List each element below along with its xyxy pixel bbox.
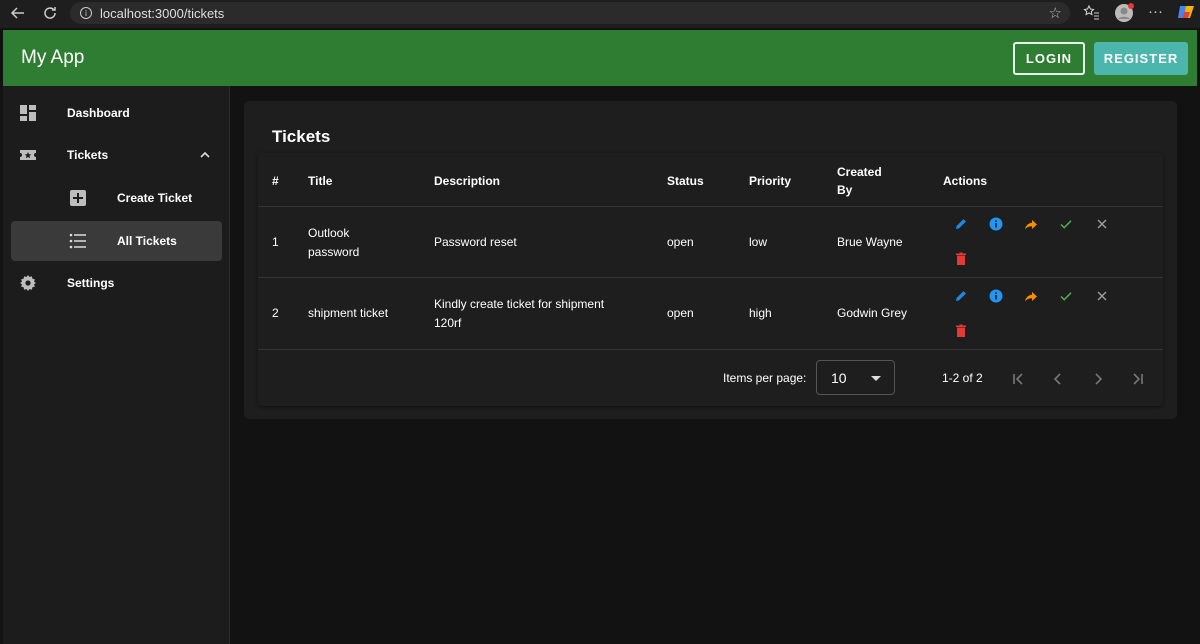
sidebar-item-label: All Tickets	[117, 234, 177, 248]
pagination-range: 1-2 of 2	[942, 371, 983, 385]
caret-down-icon	[871, 376, 881, 381]
column-header: Priority	[749, 174, 792, 188]
divider	[258, 206, 1163, 207]
cell-priority: high	[749, 306, 772, 320]
items-per-page-select[interactable]: 10	[816, 360, 895, 395]
sidebar-item-tickets[interactable]: Tickets	[3, 135, 230, 175]
sidebar-item-settings[interactable]: Settings	[3, 263, 230, 303]
browser-toolbar: i localhost:3000/tickets ☆ ···	[0, 0, 1200, 28]
tickets-card: Tickets # Title Description Status Prior…	[244, 101, 1177, 419]
reload-icon[interactable]	[40, 3, 60, 23]
sidebar-item-label: Dashboard	[67, 106, 130, 120]
delete-icon[interactable]	[954, 324, 968, 338]
cell-description: Kindly create ticket for shipment 120rf	[434, 297, 605, 330]
login-button[interactable]: LOGIN	[1013, 42, 1085, 75]
add-box-icon	[70, 190, 86, 206]
dashboard-icon	[20, 105, 36, 121]
cell-num: 2	[272, 306, 279, 320]
sidebar-item-all-tickets[interactable]: All Tickets	[11, 221, 222, 261]
sidebar-item-label: Create Ticket	[117, 191, 193, 205]
close-icon[interactable]	[1095, 217, 1109, 231]
cell-status: open	[667, 306, 694, 320]
copilot-icon[interactable]	[1176, 2, 1196, 26]
cell-priority: low	[749, 235, 768, 249]
info-icon[interactable]	[989, 217, 1003, 231]
sidebar-item-label: Tickets	[67, 148, 109, 162]
favorite-star-icon[interactable]: ☆	[1049, 4, 1062, 22]
site-info-icon[interactable]: i	[80, 7, 92, 19]
cell-created-by: Godwin Grey	[837, 306, 908, 320]
check-icon[interactable]	[1059, 289, 1073, 303]
tickets-table: # Title Description Status Priority Crea…	[258, 153, 1163, 406]
back-icon[interactable]	[8, 3, 28, 23]
items-per-page-value: 10	[831, 370, 847, 386]
profile-avatar[interactable]	[1114, 2, 1136, 28]
register-button[interactable]: REGISTER	[1094, 42, 1188, 75]
first-page-icon[interactable]	[1010, 371, 1026, 387]
column-header: Actions	[943, 174, 988, 188]
delete-icon[interactable]	[954, 252, 968, 266]
close-icon[interactable]	[1095, 289, 1109, 303]
list-icon	[69, 233, 86, 249]
sidebar-item-label: Settings	[67, 276, 115, 290]
app-title: My App	[21, 47, 85, 68]
cell-title: Outlook password	[308, 226, 360, 259]
next-page-icon[interactable]	[1090, 371, 1106, 387]
sidebar-item-create-ticket[interactable]: Create Ticket	[3, 178, 230, 218]
favorites-icon[interactable]	[1082, 3, 1100, 25]
ticket-icon	[20, 150, 36, 160]
divider	[258, 277, 1163, 278]
address-bar[interactable]: i localhost:3000/tickets ☆	[70, 2, 1070, 24]
items-per-page-label: Items per page:	[723, 371, 807, 385]
cell-description: Password reset	[434, 235, 517, 249]
app-header: My App LOGIN REGISTER	[3, 30, 1197, 86]
forward-icon[interactable]	[1024, 289, 1038, 303]
cell-created-by: Brue Wayne	[837, 235, 903, 249]
more-menu-icon[interactable]: ···	[1148, 3, 1163, 20]
sidebar: Dashboard Tickets Create Ticket All Tick…	[3, 86, 230, 644]
page-title: Tickets	[272, 127, 331, 146]
column-header: Created By	[837, 165, 882, 197]
cell-title: shipment ticket	[308, 306, 389, 320]
gear-icon	[20, 275, 36, 291]
column-header: Title	[308, 174, 333, 188]
column-header: Status	[667, 174, 704, 188]
edit-icon[interactable]	[954, 289, 968, 303]
edit-icon[interactable]	[954, 217, 968, 231]
sidebar-item-dashboard[interactable]: Dashboard	[3, 93, 230, 133]
divider	[258, 349, 1163, 350]
info-icon[interactable]	[989, 289, 1003, 303]
url-text: localhost:3000/tickets	[100, 5, 225, 21]
previous-page-icon[interactable]	[1050, 371, 1066, 387]
last-page-icon[interactable]	[1130, 371, 1146, 387]
cell-num: 1	[272, 235, 279, 249]
cell-status: open	[667, 235, 694, 249]
forward-icon[interactable]	[1024, 217, 1038, 231]
check-icon[interactable]	[1059, 217, 1073, 231]
column-header: Description	[434, 174, 501, 188]
chevron-up-icon[interactable]	[199, 149, 211, 161]
column-header: #	[272, 174, 279, 188]
